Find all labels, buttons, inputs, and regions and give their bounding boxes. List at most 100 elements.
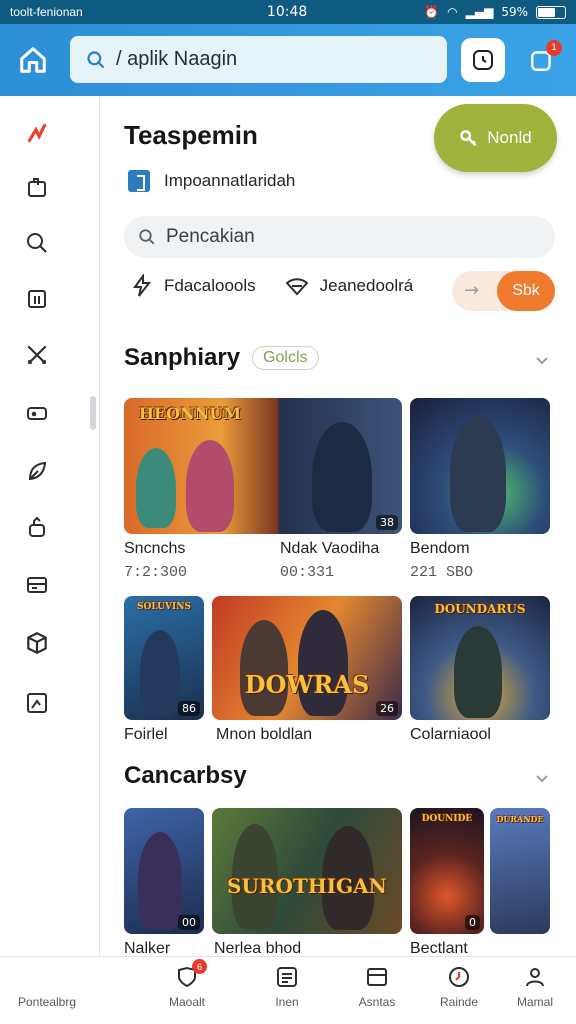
card-title: Colarniaool xyxy=(410,726,491,743)
info-row[interactable]: Impoannatlaridah xyxy=(128,170,295,192)
nav-item-label: Mamal xyxy=(516,995,553,1009)
game-art xyxy=(490,808,550,934)
sidebar-leaf-icon[interactable] xyxy=(24,458,50,484)
arrow-right-icon: → xyxy=(464,280,480,301)
section-title-2: Cancarbsy xyxy=(124,762,247,789)
card-meta: 7:2:300 xyxy=(124,564,188,581)
card-badge: 00 xyxy=(178,915,200,930)
clock-icon xyxy=(445,963,473,991)
sidebar-lock-icon[interactable] xyxy=(24,514,50,540)
card-title: Foirlel xyxy=(124,726,168,743)
card-title: Nalker xyxy=(124,940,171,956)
search-input[interactable]: / aplik Naagin xyxy=(70,36,447,83)
card-title: Ndak Vaodiha xyxy=(280,540,380,557)
clock: 10:48 xyxy=(266,4,308,20)
search-text: / aplik Naagin xyxy=(116,48,238,70)
history-button[interactable] xyxy=(461,38,505,82)
primary-action-button[interactable]: Nonld xyxy=(434,104,557,172)
card-badge: 38 xyxy=(376,515,398,530)
sidebar-grid-icon[interactable] xyxy=(24,286,50,312)
section-badge-1: Golcls xyxy=(252,346,319,370)
nav-item-list[interactable]: Inen xyxy=(242,963,332,1009)
game-card[interactable]: DOUNDARUS xyxy=(410,596,550,720)
section-header-2: Cancarbsy xyxy=(124,762,247,790)
chevron-down-icon[interactable] xyxy=(534,770,550,786)
card-title: Bectlant xyxy=(410,940,468,956)
sidebar-card-icon[interactable] xyxy=(24,572,50,598)
game-card[interactable] xyxy=(410,398,550,534)
nav-item-window[interactable]: Asntas xyxy=(332,963,422,1009)
filter-chip-1[interactable]: Fdacaloools xyxy=(130,274,256,298)
hero-figure xyxy=(450,416,506,532)
nav-item-shield[interactable]: 6 Maoalt xyxy=(142,959,232,1009)
game-card[interactable]: SUROTHIGAN xyxy=(212,808,402,934)
hero-figure xyxy=(186,440,234,532)
game-banner: DOUNDARUS xyxy=(434,602,526,616)
clock-box-icon xyxy=(473,50,493,70)
bottom-navigation: Pontealbrg 6 Maoalt Inen Asntas Rainde M… xyxy=(0,956,576,1024)
nav-item-home[interactable]: Pontealbrg xyxy=(2,995,92,1009)
card-badge: 26 xyxy=(376,701,398,716)
game-banner: HEONNUM xyxy=(138,404,242,423)
game-banner: DOWRAS xyxy=(244,670,370,699)
chevron-down-icon[interactable] xyxy=(534,352,550,368)
card-title: Mnon boldlan xyxy=(216,726,313,743)
info-text: Impoannatlaridah xyxy=(164,171,296,190)
bolt-icon xyxy=(133,274,152,297)
home-button[interactable] xyxy=(0,24,66,96)
hero-figure xyxy=(138,832,182,930)
filter-chips: Fdacaloools Jeanedoolrá xyxy=(130,274,441,298)
search-icon xyxy=(86,50,106,70)
battery-percent: 59% xyxy=(501,5,528,19)
hero-figure xyxy=(298,610,348,716)
sidebar xyxy=(0,96,100,956)
nav-item-label: Rainde xyxy=(439,995,479,1009)
search-icon xyxy=(139,229,155,245)
nav-item-label: Asntas xyxy=(358,995,396,1009)
game-banner: DOUNIDE xyxy=(421,814,473,824)
filter-chip-2[interactable]: Jeanedoolrá xyxy=(284,274,414,298)
sidebar-swords-icon[interactable] xyxy=(24,342,50,368)
game-card[interactable]: DOUNIDE 0 xyxy=(410,808,484,934)
hero-figure xyxy=(312,422,372,532)
card-badge: 0 xyxy=(465,915,480,930)
game-card[interactable]: DOWRAS 26 xyxy=(212,596,402,720)
game-card[interactable]: 00 xyxy=(124,808,204,934)
notification-badge: 1 xyxy=(546,40,562,56)
sidebar-scrollbar[interactable] xyxy=(90,396,96,430)
battery-icon xyxy=(536,5,566,19)
card-title: Nerlea bhod xyxy=(214,940,302,956)
game-card[interactable]: DURANDE xyxy=(490,808,550,934)
user-icon xyxy=(521,963,549,991)
hero-figure xyxy=(454,626,502,718)
sort-toggle[interactable]: → Sbk xyxy=(452,271,555,311)
card-badge: 86 xyxy=(178,701,200,716)
sidebar-ticket-icon[interactable] xyxy=(24,400,50,426)
sort-toggle-label: Sbk xyxy=(497,271,555,311)
sidebar-cube-icon[interactable] xyxy=(24,630,50,656)
section-title-1: Sanphiary xyxy=(124,344,241,371)
list-icon xyxy=(273,963,301,991)
game-banner: SOLUVINS xyxy=(137,602,191,612)
sidebar-flame-icon[interactable] xyxy=(24,120,50,146)
sidebar-search-icon[interactable] xyxy=(24,230,50,256)
game-card[interactable]: HEONNUM 38 xyxy=(124,398,402,534)
game-banner: SUROTHIGAN xyxy=(227,874,387,898)
sidebar-chart-icon[interactable] xyxy=(24,690,50,716)
sidebar-bag-icon[interactable] xyxy=(24,174,50,200)
app-header: / aplik Naagin 1 xyxy=(0,24,576,96)
primary-action-label: Nonld xyxy=(487,128,532,147)
key-icon xyxy=(460,130,477,147)
content-search-input[interactable]: Pencakian xyxy=(124,216,555,258)
filter-chip-2-label: Jeanedoolrá xyxy=(319,276,414,295)
nav-badge: 6 xyxy=(192,959,207,974)
home-icon xyxy=(20,47,46,73)
nav-item-label: Inen xyxy=(275,995,299,1009)
section-header-1: Sanphiary Golcls xyxy=(124,344,319,372)
hero-figure xyxy=(140,630,180,716)
notifications-button[interactable]: 1 xyxy=(520,38,564,82)
game-card[interactable]: SOLUVINS 86 xyxy=(124,596,204,720)
card-meta: 221 SBO xyxy=(410,564,474,581)
nav-item-profile[interactable]: Mamal xyxy=(490,963,576,1009)
alarm-icon: ⏰ xyxy=(424,5,440,19)
